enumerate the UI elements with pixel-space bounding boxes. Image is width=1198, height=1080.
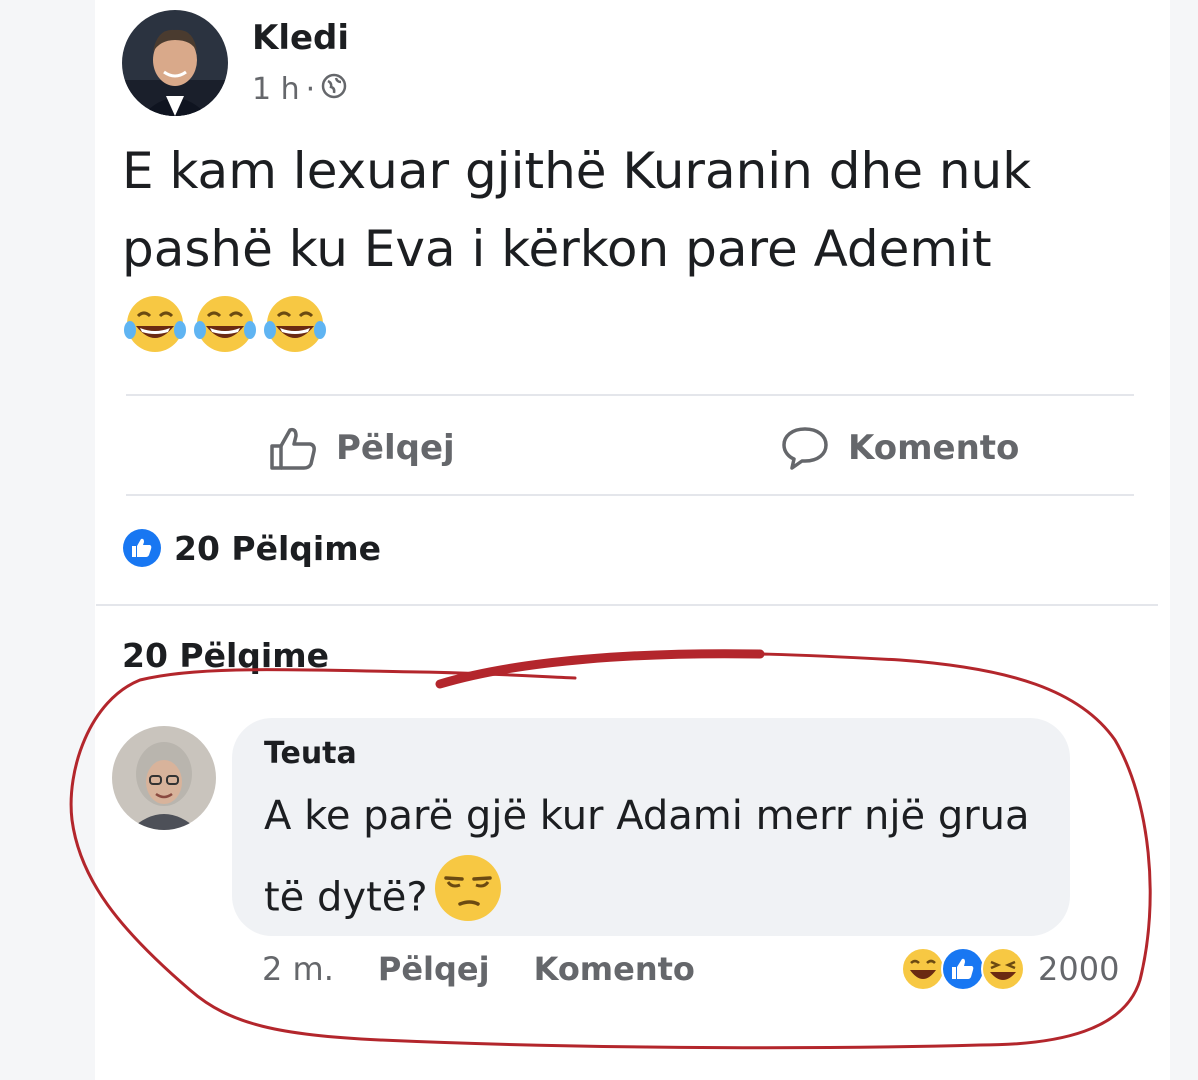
commenter-avatar[interactable] — [112, 726, 216, 830]
comment-reply-button[interactable]: Komento — [534, 950, 695, 988]
thumbs-up-icon — [270, 427, 316, 470]
comment-text: A ke parë gjë kur Adami merr një grua të… — [264, 793, 1030, 921]
likes-count: 20 Pëlqime — [174, 528, 381, 568]
unamused-face-emoji — [432, 852, 504, 947]
post-time[interactable]: 1 h — [252, 72, 300, 107]
globe-icon — [321, 72, 347, 107]
divider-top — [126, 394, 1134, 396]
author-avatar[interactable] — [122, 10, 228, 116]
comment-button[interactable]: Komento — [780, 424, 1019, 472]
post-emojis — [122, 292, 328, 356]
comment-label: Komento — [848, 428, 1020, 468]
like-label: Pëlqej — [336, 428, 455, 468]
commenter-name[interactable]: Teuta — [264, 736, 357, 771]
laughing-tears-emoji — [124, 296, 186, 352]
meta-separator: · — [305, 72, 316, 107]
comment-icon — [782, 427, 828, 470]
comment-like-button[interactable]: Pëlqej — [378, 950, 490, 988]
post-text: E kam lexuar gjithë Kuranin dhe nuk pash… — [122, 142, 1032, 278]
comment-reactions[interactable]: 2000 — [901, 946, 1120, 992]
like-button[interactable]: Pëlqej — [268, 424, 455, 472]
reaction-count: 2000 — [1038, 950, 1120, 988]
post-meta: 1 h · — [252, 72, 347, 107]
divider-likes — [96, 604, 1158, 606]
likes-count-repeat: 20 Pëlqime — [122, 636, 329, 675]
laughing-tears-emoji — [264, 296, 326, 352]
laughing-emoji — [981, 947, 1025, 991]
likes-summary[interactable]: 20 Pëlqime — [122, 528, 381, 568]
comment-text-wrap: A ke parë gjë kur Adami merr një grua të… — [264, 780, 1064, 947]
author-name[interactable]: Kledi — [252, 18, 349, 58]
comment-footer: 2 m. Pëlqej Komento — [262, 950, 695, 988]
divider-bottom — [126, 494, 1134, 496]
laughing-tears-emoji — [194, 296, 256, 352]
comment-time[interactable]: 2 m. — [262, 950, 334, 988]
like-badge-icon — [123, 529, 161, 567]
